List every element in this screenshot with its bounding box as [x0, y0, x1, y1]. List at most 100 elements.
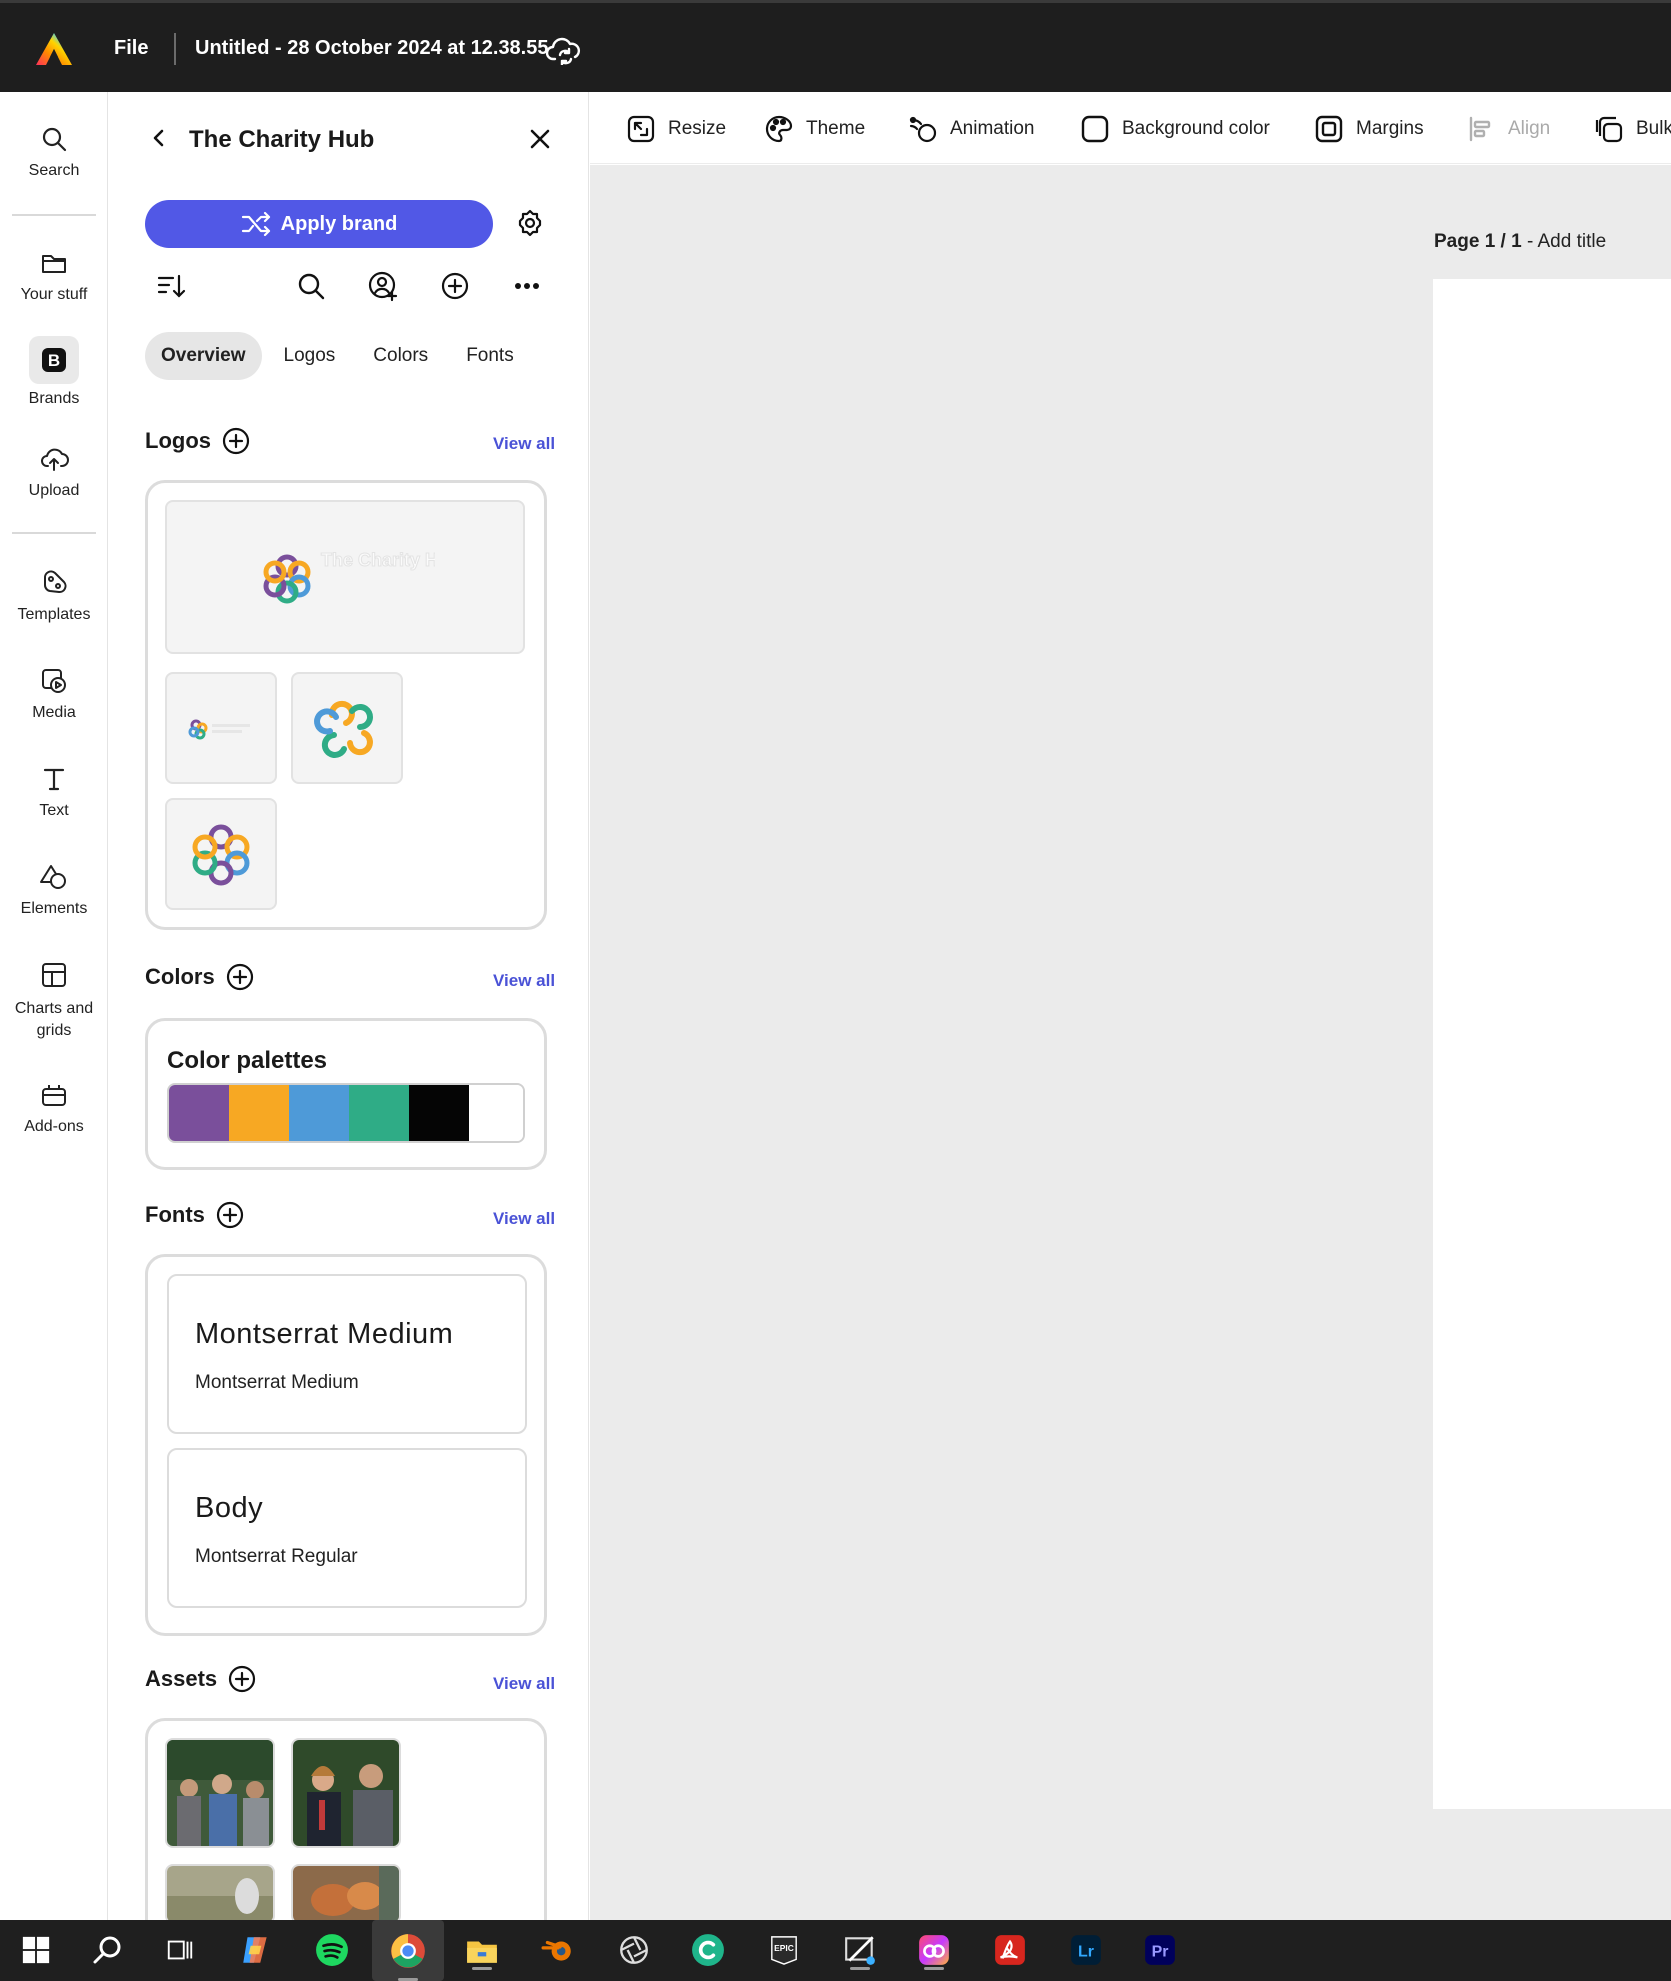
rail-item-add-ons[interactable]: Add-ons — [0, 1080, 108, 1136]
fonts-heading: Fonts — [145, 1200, 245, 1230]
apply-brand-button[interactable]: Apply brand — [145, 200, 493, 248]
tab-overview[interactable]: Overview — [145, 332, 262, 380]
theme-button[interactable]: Theme — [764, 114, 865, 144]
left-rail: Search Your stuff B Brands Upload Templa… — [0, 92, 108, 1920]
cloud-sync-icon[interactable] — [546, 35, 582, 65]
rail-label: Your stuff — [20, 286, 88, 303]
color-swatch[interactable] — [349, 1085, 409, 1141]
spotify-icon[interactable] — [312, 1930, 352, 1970]
assets-view-all-link[interactable]: View all — [493, 1674, 555, 1694]
logos-view-all-link[interactable]: View all — [493, 434, 555, 454]
tab-fonts[interactable]: Fonts — [450, 332, 530, 380]
logo-mark-color[interactable] — [291, 672, 403, 784]
asset-photo-people[interactable] — [291, 1738, 401, 1848]
lr-label: Lr — [1078, 1943, 1094, 1960]
file-menu[interactable]: File — [114, 37, 148, 60]
rail-label: Add-ons — [24, 1118, 84, 1135]
add-color-icon[interactable] — [225, 962, 255, 992]
add-logo-icon[interactable] — [221, 426, 251, 456]
lightroom-icon[interactable]: Lr — [1066, 1930, 1106, 1970]
margins-button[interactable]: Margins — [1314, 114, 1424, 144]
animation-button[interactable]: Animation — [908, 114, 1035, 144]
copilot-icon[interactable] — [236, 1930, 276, 1970]
rail-item-media[interactable]: Media — [0, 666, 108, 722]
task-view-icon[interactable] — [160, 1930, 200, 1970]
bulk-button[interactable]: Bulk — [1594, 114, 1671, 144]
color-swatch[interactable] — [409, 1085, 469, 1141]
font-tile-heading[interactable]: Montserrat Medium Montserrat Medium — [167, 1274, 527, 1434]
add-title-link[interactable]: - Add title — [1527, 231, 1606, 252]
gear-icon[interactable] — [515, 208, 545, 238]
rail-label: Text — [39, 802, 69, 819]
premiere-icon[interactable]: Pr — [1140, 1930, 1180, 1970]
sort-icon[interactable] — [155, 270, 187, 302]
background-color-button[interactable]: Background color — [1080, 114, 1270, 144]
logos-card: The Charity Hub — [145, 480, 547, 930]
rail-item-upload[interactable]: Upload — [0, 444, 108, 500]
acrobat-icon[interactable] — [990, 1930, 1030, 1970]
logo-mark-purple[interactable] — [165, 798, 277, 910]
blender-icon[interactable] — [538, 1930, 578, 1970]
font-tile-body[interactable]: Body Montserrat Regular — [167, 1448, 527, 1608]
windows-taskbar: EPIC Lr Pr — [0, 1920, 1671, 1981]
file-explorer-icon[interactable] — [462, 1930, 502, 1970]
canva-icon[interactable] — [688, 1930, 728, 1970]
rail-label: Templates — [17, 606, 91, 623]
adobe-express-logo-icon[interactable] — [34, 31, 74, 67]
tab-colors[interactable]: Colors — [357, 332, 444, 380]
share-user-icon[interactable] — [367, 270, 399, 302]
page-number: Page 1 / 1 — [1434, 231, 1522, 252]
color-swatch[interactable] — [289, 1085, 349, 1141]
add-asset-icon[interactable] — [227, 1664, 257, 1694]
close-icon[interactable] — [527, 126, 553, 152]
logo-primary[interactable]: The Charity Hub — [165, 500, 525, 654]
rail-item-charts-and-grids[interactable]: Charts and grids — [0, 960, 108, 1042]
asset-photo-field[interactable] — [165, 1864, 275, 1920]
start-icon[interactable] — [16, 1930, 56, 1970]
search-icon[interactable] — [88, 1930, 128, 1970]
rail-item-templates[interactable]: Templates — [0, 568, 108, 624]
toolbar-label: Bulk — [1636, 118, 1671, 139]
toolbar-label: Animation — [950, 118, 1035, 139]
align-button[interactable]: Align — [1466, 114, 1550, 144]
add-font-icon[interactable] — [215, 1200, 245, 1230]
assets-card — [145, 1718, 547, 1920]
sketch-icon[interactable] — [840, 1930, 880, 1970]
toolbar-label: Align — [1508, 118, 1551, 139]
brand-tabs: Overview Logos Colors Fonts — [145, 332, 530, 380]
rail-item-brands[interactable]: B Brands — [0, 336, 108, 408]
font-family: Montserrat Medium — [195, 1372, 359, 1393]
resize-button[interactable]: Resize — [626, 114, 726, 144]
asset-photo-chickens[interactable] — [291, 1864, 401, 1920]
document-title[interactable]: Untitled - 28 October 2024 at 12.38.55 — [195, 37, 549, 60]
logo-small-wordmark[interactable] — [165, 672, 277, 784]
media-icon — [39, 666, 69, 696]
add-circle-icon[interactable] — [439, 270, 471, 302]
elements-icon — [39, 862, 69, 892]
epic-games-icon[interactable]: EPIC — [764, 1930, 804, 1970]
rail-item-your-stuff[interactable]: Your stuff — [0, 248, 108, 304]
color-swatch[interactable] — [469, 1085, 523, 1141]
back-chevron-icon[interactable] — [147, 126, 171, 150]
text-t-icon — [39, 764, 69, 794]
creative-cloud-icon[interactable] — [914, 1930, 954, 1970]
rail-item-text[interactable]: Text — [0, 764, 108, 820]
design-page[interactable] — [1433, 279, 1671, 1809]
rail-label: Charts and grids — [14, 1000, 94, 1039]
rail-item-elements[interactable]: Elements — [0, 862, 108, 918]
color-swatch[interactable] — [169, 1085, 229, 1141]
colors-view-all-link[interactable]: View all — [493, 971, 555, 991]
color-swatch[interactable] — [229, 1085, 289, 1141]
tab-logos[interactable]: Logos — [268, 332, 352, 380]
asset-photo-crowd[interactable] — [165, 1738, 275, 1848]
aperture-icon[interactable] — [614, 1930, 654, 1970]
fonts-view-all-link[interactable]: View all — [493, 1209, 555, 1229]
color-palette[interactable] — [167, 1083, 525, 1143]
search-icon[interactable] — [295, 270, 327, 302]
active-indicator — [472, 1967, 492, 1970]
rail-item-search[interactable]: Search — [0, 124, 108, 180]
canvas-area[interactable]: Page 1 / 1 - Add title — [590, 165, 1671, 1920]
more-icon[interactable] — [511, 270, 543, 302]
chrome-icon[interactable] — [372, 1920, 444, 1981]
rail-label: Elements — [20, 900, 88, 917]
